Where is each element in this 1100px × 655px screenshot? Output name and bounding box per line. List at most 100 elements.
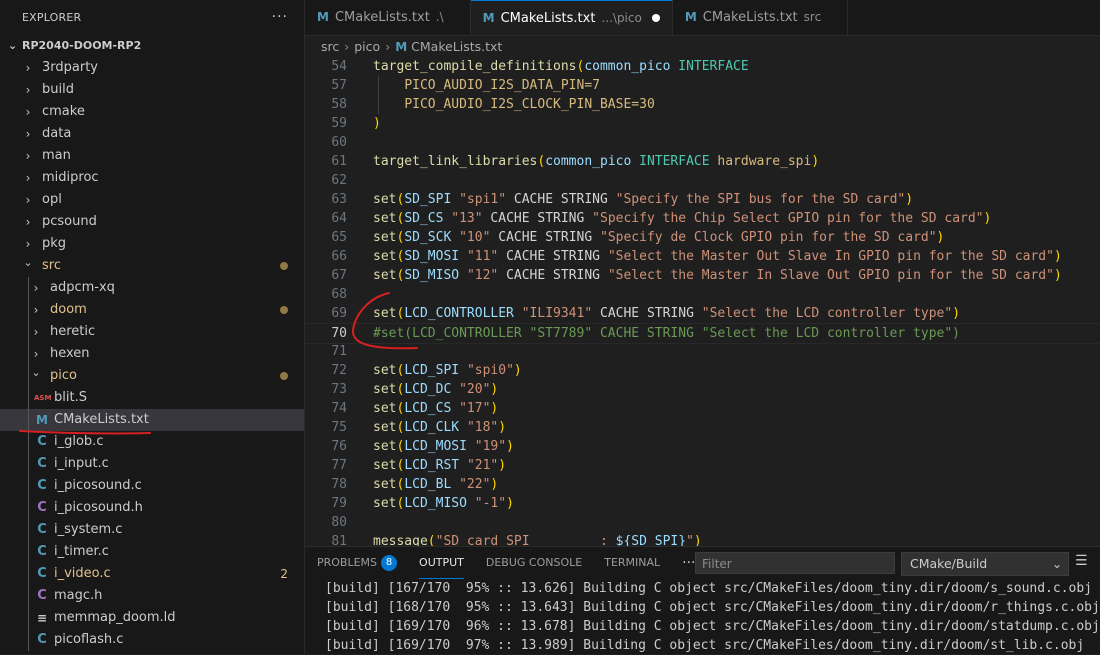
panel-tab-label: DEBUG CONSOLE <box>485 556 583 569</box>
file-row[interactable]: Ci_picosound.c <box>0 475 304 497</box>
folder-row[interactable]: › heretic <box>0 321 304 343</box>
code-token: ${SD_SPI} <box>615 534 687 546</box>
line-number: 72 <box>331 363 347 378</box>
code-line[interactable]: 77 set(LCD_RST "21") <box>305 456 1100 475</box>
code-line[interactable]: 54 target_compile_definitions(common_pico… <box>305 58 1100 76</box>
code-text: set(LCD_MISO "-1") <box>373 494 514 513</box>
folder-row[interactable]: › man <box>0 145 304 167</box>
output-filter-input[interactable]: Filter <box>695 552 895 574</box>
file-row[interactable]: ASM blit.S <box>0 387 304 409</box>
more-actions-icon[interactable]: ··· <box>272 0 288 35</box>
code-line[interactable]: 72 set(LCD_SPI "spi0") <box>305 361 1100 380</box>
code-line[interactable]: 67 set(SD_MISO "12" CACHE STRING "Select … <box>305 266 1100 285</box>
folder-row[interactable]: ⌄ pico <box>0 365 304 387</box>
indent-guide <box>28 497 29 519</box>
code-line[interactable]: 79 set(LCD_MISO "-1") <box>305 494 1100 513</box>
file-row[interactable]: Ci_input.c <box>0 453 304 475</box>
file-row[interactable]: Cmagc.h <box>0 585 304 607</box>
file-row[interactable]: Cpicoflash.c <box>0 629 304 651</box>
tree-item-label: doom <box>50 302 87 317</box>
folder-row[interactable]: › 3rdparty <box>0 57 304 79</box>
tree-item-label: memmap_doom.ld <box>54 610 176 625</box>
file-row[interactable]: Ci_picosound.h <box>0 497 304 519</box>
code-line[interactable]: 59) <box>305 114 1100 133</box>
line-number: 54 <box>331 59 347 74</box>
panel-tab-output[interactable]: OUTPUT <box>419 547 464 579</box>
clear-output-icon[interactable]: ☰ <box>1075 553 1088 569</box>
tab-description: src <box>803 10 822 24</box>
code-line[interactable]: 60 <box>305 133 1100 152</box>
panel-tab-terminal[interactable]: TERMINAL <box>604 547 660 579</box>
code-line[interactable]: 73 set(LCD_DC "20") <box>305 380 1100 399</box>
code-line[interactable]: 75 set(LCD_CLK "18") <box>305 418 1100 437</box>
folder-row[interactable]: › hexen <box>0 343 304 365</box>
file-row[interactable]: M CMakeLists.txt <box>0 409 304 431</box>
code-line[interactable]: 74 set(LCD_CS "17") <box>305 399 1100 418</box>
line-number: 65 <box>331 230 347 245</box>
chevron-right-icon: › <box>25 83 31 97</box>
code-token: "SD card SPI : <box>435 534 616 546</box>
panel-tab-debug-console[interactable]: DEBUG CONSOLE <box>486 547 582 579</box>
folder-row[interactable]: › pkg <box>0 233 304 255</box>
output-channel-select[interactable]: CMake/Build ⌄ <box>901 552 1069 576</box>
breadcrumb-item-file[interactable]: CMakeLists.txt <box>411 39 502 54</box>
code-token: ) <box>1053 249 1062 264</box>
file-row[interactable]: Ci_system.c <box>0 519 304 541</box>
code-line[interactable]: 78 set(LCD_BL "22") <box>305 475 1100 494</box>
editor-tab[interactable]: M CMakeLists.txt src <box>673 0 849 35</box>
code-line[interactable]: 76 set(LCD_MOSI "19") <box>305 437 1100 456</box>
folder-row[interactable]: › doom <box>0 299 304 321</box>
breadcrumb-item-src[interactable]: src <box>321 39 339 54</box>
file-row[interactable]: Ci_glob.c <box>0 431 304 453</box>
folder-row[interactable]: › pcsound <box>0 211 304 233</box>
code-token: ) <box>513 363 522 378</box>
folder-row[interactable]: › cmake <box>0 101 304 123</box>
file-row[interactable]: Ci_video.c 2 <box>0 563 304 585</box>
code-token: "Specify the Chip Select GPIO pin for th… <box>592 211 984 226</box>
folder-row[interactable]: › build <box>0 79 304 101</box>
code-line[interactable]: 58 PICO_AUDIO_I2S_CLOCK_PIN_BASE=30 <box>305 95 1100 114</box>
chevron-right-icon: › <box>33 303 39 317</box>
folder-row[interactable]: ⌄ src <box>0 255 304 277</box>
tree-item-label: cmake <box>42 104 85 119</box>
file-row[interactable]: ≡ memmap_doom.ld <box>0 607 304 629</box>
folder-row[interactable]: › opl <box>0 189 304 211</box>
code-line[interactable]: 66 set(SD_MOSI "11" CACHE STRING "Select … <box>305 247 1100 266</box>
editor-tab[interactable]: M CMakeLists.txt ...\pico <box>470 0 673 35</box>
indent-guide <box>28 585 29 607</box>
code-line[interactable]: 62 <box>305 171 1100 190</box>
folder-row[interactable]: › midiproc <box>0 167 304 189</box>
code-line[interactable]: 69 set(LCD_CONTROLLER "ILI9341" CACHE STR… <box>305 304 1100 323</box>
unsaved-dot-icon[interactable] <box>651 14 660 22</box>
folder-row[interactable]: › adpcm-xq <box>0 277 304 299</box>
code-line[interactable]: 68 <box>305 285 1100 304</box>
code-line[interactable]: 71 <box>305 342 1100 361</box>
panel-more-icon[interactable]: ··· <box>682 547 695 579</box>
code-line[interactable]: 61 target_link_libraries(common_pico INTE… <box>305 152 1100 171</box>
code-line[interactable]: 63 set(SD_SPI "spi1" CACHE STRING "Specif… <box>305 190 1100 209</box>
workspace-root[interactable]: ⌄ RP2040-DOOM-RP2 <box>0 35 304 57</box>
code-text: PICO_AUDIO_I2S_DATA_PIN=7 <box>373 76 600 95</box>
code-line[interactable]: 80 <box>305 513 1100 532</box>
code-token: set <box>373 477 397 492</box>
tree-item-label: i_input.c <box>54 456 109 471</box>
folder-row[interactable]: › data <box>0 123 304 145</box>
panel-tab-problems[interactable]: PROBLEMS 8 <box>317 547 398 579</box>
code-editor[interactable]: 54 target_compile_definitions(common_pico… <box>305 58 1100 546</box>
code-line[interactable]: 65 set(SD_SCK "10" CACHE STRING "Specify … <box>305 228 1100 247</box>
header-file-icon: C <box>37 500 47 515</box>
code-line[interactable]: 57 PICO_AUDIO_I2S_DATA_PIN=7 <box>305 76 1100 95</box>
code-token: SD_CS <box>404 211 444 226</box>
code-line[interactable]: 64 set(SD_CS "13" CACHE STRING "Specify t… <box>305 209 1100 228</box>
file-row[interactable]: Ci_timer.c <box>0 541 304 563</box>
code-token: ) <box>1053 268 1062 283</box>
code-text: set(LCD_DC "20") <box>373 380 498 399</box>
tree-item-label: magc.h <box>54 588 103 603</box>
breadcrumb-item-pico[interactable]: pico <box>354 39 380 54</box>
code-line[interactable]: 81 message("SD card SPI : ${SD_SPI}") <box>305 532 1100 546</box>
editor-tab[interactable]: M CMakeLists.txt .\ <box>305 0 471 35</box>
code-line[interactable]: 70 #set(LCD_CONTROLLER "ST7789" CACHE STR… <box>305 323 1100 344</box>
